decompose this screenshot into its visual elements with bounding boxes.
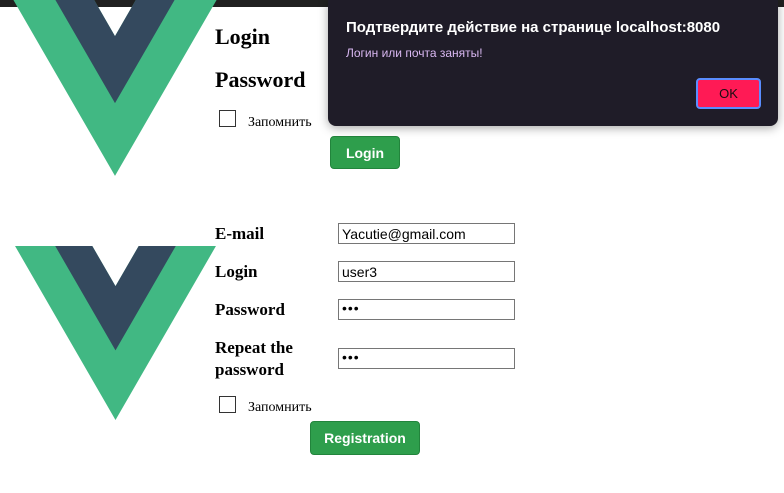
registration-button[interactable]: Registration bbox=[310, 421, 420, 455]
reg-remember-checkbox[interactable] bbox=[219, 396, 236, 413]
repeat-password-label: Repeat the password bbox=[215, 337, 293, 381]
ok-button[interactable]: OK bbox=[696, 78, 761, 109]
repeat-password-label-line2: password bbox=[215, 360, 284, 379]
email-label: E-mail bbox=[215, 224, 265, 243]
repeat-password-label-line1: Repeat the bbox=[215, 338, 293, 357]
vue-logo-icon bbox=[15, 246, 216, 420]
reg-password-label: Password bbox=[215, 300, 285, 319]
dialog-message: Логин или почта заняты! bbox=[346, 46, 483, 60]
repeat-password-field[interactable]: ••• bbox=[338, 348, 515, 369]
email-field[interactable] bbox=[338, 223, 515, 244]
dialog-title: Подтвердите действие на странице localho… bbox=[346, 19, 721, 36]
reg-login-field[interactable] bbox=[338, 261, 515, 282]
reg-login-label: Login bbox=[215, 262, 258, 281]
remember-label: Запомнить bbox=[248, 115, 312, 130]
login-button[interactable]: Login bbox=[330, 136, 400, 169]
login-label: Login bbox=[215, 24, 271, 49]
vue-logo-icon bbox=[13, 0, 217, 176]
password-label: Password bbox=[215, 67, 306, 92]
remember-checkbox[interactable] bbox=[219, 110, 236, 127]
reg-password-field[interactable]: ••• bbox=[338, 299, 515, 320]
confirm-dialog: Подтвердите действие на странице localho… bbox=[328, 0, 778, 126]
reg-remember-label: Запомнить bbox=[248, 400, 312, 415]
